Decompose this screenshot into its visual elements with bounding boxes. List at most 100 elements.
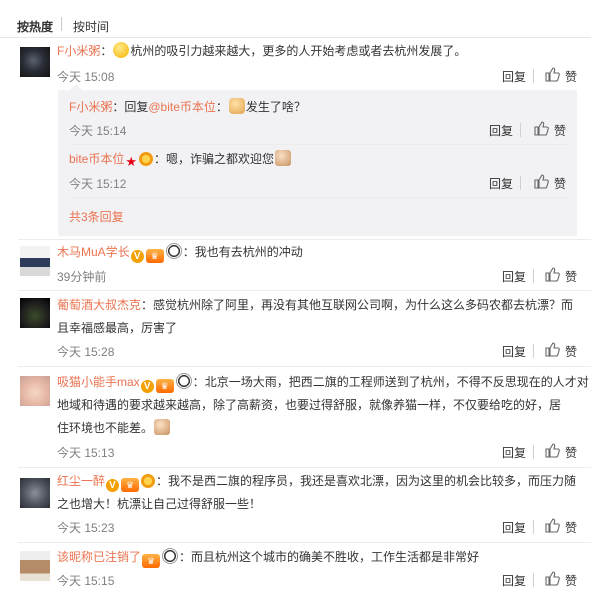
- comment-content: 吸猫小能手max V ♛ ：北京一场大雨，把西二旗的工程师送到了杭州，不得不反思现在的…: [57, 373, 589, 393]
- sub-reply-username[interactable]: F小米粥: [69, 100, 112, 114]
- level-badge-icon: ♛: [145, 249, 164, 263]
- sub-reply-username[interactable]: bite币本位: [69, 152, 124, 166]
- medal-badge-icon: [141, 474, 156, 488]
- divider: [18, 467, 591, 468]
- sub-reply-content: F小米粥：回复@bite币本位： 发生了啥？: [69, 98, 306, 114]
- like-label[interactable]: 赞: [565, 68, 577, 85]
- sub-reply-timestamp: 今天 15:14: [69, 124, 127, 138]
- star-badge-icon: ★: [125, 154, 138, 169]
- reply-button[interactable]: 回复: [502, 444, 526, 461]
- action-divider: [533, 445, 534, 459]
- thumbs-up-icon[interactable]: [544, 66, 560, 82]
- divider: [18, 542, 591, 543]
- panda-emoji-icon: [165, 243, 182, 259]
- comment-content: 葡萄酒大叔杰克：感觉杭州除了阿里，再没有其他互联网公司啊，为什么这么多码农都去杭…: [57, 298, 574, 312]
- action-divider: [520, 123, 521, 137]
- comment-username[interactable]: F小米粥: [57, 44, 100, 58]
- action-divider: [533, 344, 534, 358]
- comment-timestamp: 今天 15:08: [57, 70, 115, 84]
- cat-emoji-icon: [154, 419, 171, 435]
- action-divider: [520, 176, 521, 190]
- comment-content: 红尘一醉 V ♛ ：我不是西二旗的程序员，我还是喜欢北漂，因为这里的机会比较多，而压力…: [57, 474, 577, 492]
- comment-text-continued: 住环境也不能差。: [57, 417, 171, 439]
- comment-timestamp: 39分钟前: [57, 270, 107, 284]
- thumbs-up-icon[interactable]: [544, 341, 560, 357]
- view-more-replies-link[interactable]: 共3条回复: [69, 208, 124, 225]
- avatar[interactable]: [20, 47, 50, 77]
- avatar[interactable]: [20, 376, 50, 406]
- thumbs-up-icon[interactable]: [544, 266, 560, 282]
- sort-by-hot-tab[interactable]: 按热度: [17, 18, 53, 35]
- avatar[interactable]: [20, 478, 50, 508]
- comment-text: 杭州的吸引力越来越大，更多的人开始考虑或者去杭州发展了。: [130, 44, 467, 58]
- cat-emoji-icon: [275, 150, 292, 166]
- reply-button[interactable]: 回复: [489, 175, 513, 192]
- level-badge-icon: ♛: [155, 379, 174, 393]
- divider: [69, 144, 569, 145]
- divider: [18, 239, 591, 240]
- thumbs-up-icon[interactable]: [533, 120, 549, 136]
- like-label[interactable]: 赞: [565, 343, 577, 360]
- comment-text: 我也有去杭州的冲动: [194, 245, 303, 259]
- comment-text: 我不是西二旗的程序员，我还是喜欢北漂，因为这里的机会比较多，而压力随: [168, 474, 577, 488]
- comment-username[interactable]: 葡萄酒大叔杰克: [57, 298, 141, 312]
- sub-reply-text: 发生了啥？: [245, 100, 306, 114]
- like-label[interactable]: 赞: [565, 444, 577, 461]
- thumbs-up-icon[interactable]: [533, 173, 549, 189]
- comment-text-continued: 之也增大！杭漂让自己过得舒服一些！: [57, 497, 262, 511]
- comment-text: 北京一场大雨，把西二旗的工程师送到了杭州，不得不反思现在的人才对: [204, 375, 589, 389]
- reply-button[interactable]: 回复: [502, 268, 526, 285]
- comment-username[interactable]: 吸猫小能手max: [57, 375, 140, 389]
- like-label[interactable]: 赞: [565, 572, 577, 589]
- divider: [69, 197, 569, 198]
- reply-button[interactable]: 回复: [502, 343, 526, 360]
- level-badge-icon: ♛: [142, 554, 161, 568]
- like-label[interactable]: 赞: [554, 122, 566, 139]
- like-label[interactable]: 赞: [565, 268, 577, 285]
- sub-reply-content: bite币本位★ ：嗯，诈骗之都欢迎您: [69, 148, 292, 173]
- comment-timestamp: 今天 15:28: [57, 345, 115, 359]
- like-label[interactable]: 赞: [554, 175, 566, 192]
- medal-badge-icon: [139, 152, 154, 166]
- comment-timestamp: 今天 15:23: [57, 521, 115, 535]
- sort-divider: [61, 17, 62, 31]
- reply-button[interactable]: 回复: [502, 519, 526, 536]
- sort-by-time-tab[interactable]: 按时间: [73, 18, 109, 35]
- comment-username[interactable]: 木马MuA学长: [57, 245, 130, 259]
- level-badge-icon: ♛: [121, 478, 140, 492]
- sort-bar: 按热度 按时间: [0, 0, 591, 38]
- reply-button[interactable]: 回复: [489, 122, 513, 139]
- dog-emoji-icon: [228, 98, 245, 114]
- divider: [18, 366, 591, 367]
- action-divider: [533, 573, 534, 587]
- action-divider: [533, 520, 534, 534]
- sub-reply-timestamp: 今天 15:12: [69, 177, 127, 191]
- reply-button[interactable]: 回复: [502, 572, 526, 589]
- mention-link[interactable]: @bite币本位: [148, 100, 216, 114]
- verified-v-icon: V: [140, 380, 154, 393]
- comment-timestamp: 今天 15:13: [57, 446, 115, 460]
- comment-content: 该昵称已注销了 ♛ ：而且杭州这个城市的确美不胜收，工作生活都是非常好: [57, 548, 480, 568]
- thumbs-up-icon[interactable]: [544, 517, 560, 533]
- avatar[interactable]: [20, 246, 50, 276]
- comment-text-continued: 且幸福感最高，厉害了: [57, 321, 178, 335]
- panda-emoji-icon: [162, 548, 179, 564]
- comment-text-continued: 地域和待遇的要求越来越高，除了高薪资，也要过得舒服，就像养猫一样，不仅要给吃的好…: [57, 398, 562, 412]
- smile-emoji-icon: [113, 42, 130, 58]
- reply-button[interactable]: 回复: [502, 68, 526, 85]
- comment-timestamp: 今天 15:15: [57, 574, 115, 588]
- comment-content: 木马MuA学长 V ♛ ：我也有去杭州的冲动: [57, 243, 303, 263]
- comment-text: 感觉杭州除了阿里，再没有其他互联网公司啊，为什么这么多码农都去杭漂？而: [153, 298, 574, 312]
- verified-v-icon: V: [130, 250, 144, 263]
- avatar[interactable]: [20, 298, 50, 328]
- avatar[interactable]: [20, 551, 50, 581]
- like-label[interactable]: 赞: [565, 519, 577, 536]
- sub-reply-text: 嗯，诈骗之都欢迎您: [166, 152, 275, 166]
- divider: [18, 290, 591, 291]
- thumbs-up-icon[interactable]: [544, 570, 560, 586]
- thumbs-up-icon[interactable]: [544, 442, 560, 458]
- comment-username[interactable]: 该昵称已注销了: [57, 550, 141, 564]
- comment-username[interactable]: 红尘一醉: [57, 474, 105, 488]
- panda-emoji-icon: [175, 373, 192, 389]
- action-divider: [533, 269, 534, 283]
